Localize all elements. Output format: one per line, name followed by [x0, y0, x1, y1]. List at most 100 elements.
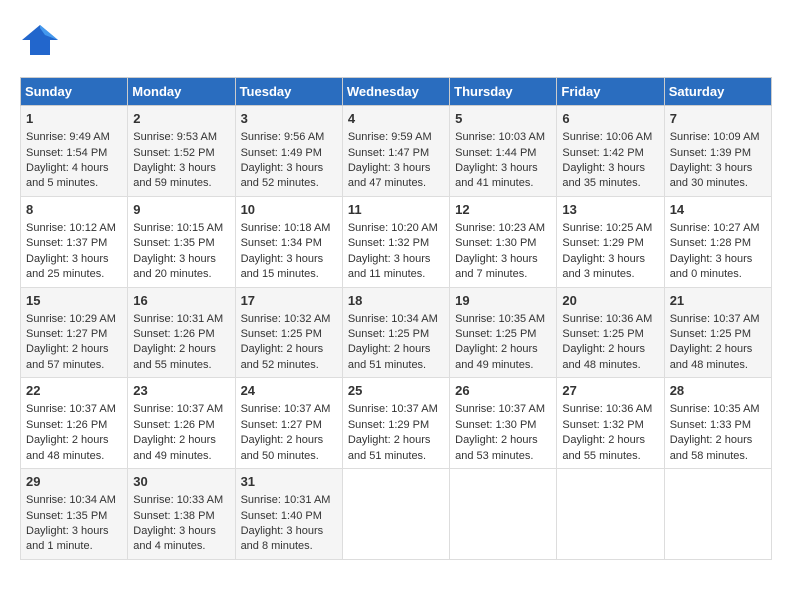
- day-number: 8: [26, 201, 122, 219]
- day-info-line: Sunset: 1:26 PM: [133, 418, 229, 433]
- day-info-line: and 52 minutes.: [241, 358, 337, 373]
- calendar-cell: [450, 469, 557, 560]
- calendar-cell: 31Sunrise: 10:31 AMSunset: 1:40 PMDaylig…: [235, 469, 342, 560]
- day-number: 19: [455, 292, 551, 310]
- day-info-line: Daylight: 3 hours: [133, 161, 229, 176]
- calendar-week-5: 29Sunrise: 10:34 AMSunset: 1:35 PMDaylig…: [21, 469, 772, 560]
- day-info-line: Sunset: 1:37 PM: [26, 236, 122, 251]
- day-number: 2: [133, 110, 229, 128]
- day-info-line: Daylight: 3 hours: [670, 161, 766, 176]
- page-header: [20, 20, 772, 67]
- calendar-body: 1Sunrise: 9:49 AMSunset: 1:54 PMDaylight…: [21, 106, 772, 560]
- day-info-line: Daylight: 2 hours: [241, 342, 337, 357]
- day-info-line: Sunrise: 10:37 AM: [26, 402, 122, 417]
- day-number: 17: [241, 292, 337, 310]
- calendar-cell: 11Sunrise: 10:20 AMSunset: 1:32 PMDaylig…: [342, 196, 449, 287]
- day-info-line: and 51 minutes.: [348, 358, 444, 373]
- calendar-week-2: 8Sunrise: 10:12 AMSunset: 1:37 PMDayligh…: [21, 196, 772, 287]
- day-info-line: Sunrise: 9:56 AM: [241, 130, 337, 145]
- day-info-line: Daylight: 3 hours: [348, 161, 444, 176]
- day-info-line: and 59 minutes.: [133, 176, 229, 191]
- day-info-line: Daylight: 2 hours: [133, 433, 229, 448]
- day-info-line: and 48 minutes.: [670, 358, 766, 373]
- day-info-line: and 4 minutes.: [133, 539, 229, 554]
- day-info-line: Sunset: 1:25 PM: [670, 327, 766, 342]
- day-info-line: Sunrise: 10:34 AM: [26, 493, 122, 508]
- day-info-line: Sunset: 1:29 PM: [562, 236, 658, 251]
- day-info-line: Daylight: 2 hours: [670, 342, 766, 357]
- day-info-line: Sunset: 1:26 PM: [133, 327, 229, 342]
- calendar-cell: 23Sunrise: 10:37 AMSunset: 1:26 PMDaylig…: [128, 378, 235, 469]
- day-number: 31: [241, 473, 337, 491]
- day-number: 7: [670, 110, 766, 128]
- day-number: 1: [26, 110, 122, 128]
- day-info-line: Sunset: 1:47 PM: [348, 146, 444, 161]
- day-info-line: Sunset: 1:28 PM: [670, 236, 766, 251]
- day-info-line: Sunrise: 10:25 AM: [562, 221, 658, 236]
- day-info-line: Daylight: 2 hours: [26, 342, 122, 357]
- day-info-line: Sunset: 1:27 PM: [26, 327, 122, 342]
- calendar-cell: 8Sunrise: 10:12 AMSunset: 1:37 PMDayligh…: [21, 196, 128, 287]
- day-info-line: and 50 minutes.: [241, 449, 337, 464]
- day-number: 11: [348, 201, 444, 219]
- day-info-line: Sunset: 1:25 PM: [348, 327, 444, 342]
- day-info-line: and 48 minutes.: [562, 358, 658, 373]
- header-monday: Monday: [128, 78, 235, 106]
- header-thursday: Thursday: [450, 78, 557, 106]
- day-number: 24: [241, 382, 337, 400]
- day-info-line: and 58 minutes.: [670, 449, 766, 464]
- day-info-line: and 57 minutes.: [26, 358, 122, 373]
- day-info-line: Daylight: 3 hours: [26, 524, 122, 539]
- day-info-line: and 49 minutes.: [133, 449, 229, 464]
- day-info-line: and 25 minutes.: [26, 267, 122, 282]
- day-info-line: and 7 minutes.: [455, 267, 551, 282]
- day-number: 18: [348, 292, 444, 310]
- day-info-line: Daylight: 4 hours: [26, 161, 122, 176]
- day-info-line: Sunrise: 10:37 AM: [241, 402, 337, 417]
- calendar-week-1: 1Sunrise: 9:49 AMSunset: 1:54 PMDaylight…: [21, 106, 772, 197]
- day-info-line: and 55 minutes.: [562, 449, 658, 464]
- day-info-line: Daylight: 2 hours: [26, 433, 122, 448]
- day-info-line: and 41 minutes.: [455, 176, 551, 191]
- day-info-line: Daylight: 3 hours: [241, 161, 337, 176]
- calendar-cell: [557, 469, 664, 560]
- day-number: 21: [670, 292, 766, 310]
- day-info-line: Daylight: 2 hours: [562, 433, 658, 448]
- day-info-line: and 20 minutes.: [133, 267, 229, 282]
- day-number: 13: [562, 201, 658, 219]
- day-info-line: Sunrise: 9:49 AM: [26, 130, 122, 145]
- day-info-line: Sunset: 1:33 PM: [670, 418, 766, 433]
- calendar-cell: 27Sunrise: 10:36 AMSunset: 1:32 PMDaylig…: [557, 378, 664, 469]
- calendar-cell: 15Sunrise: 10:29 AMSunset: 1:27 PMDaylig…: [21, 287, 128, 378]
- day-info-line: Sunrise: 10:09 AM: [670, 130, 766, 145]
- calendar-cell: 7Sunrise: 10:09 AMSunset: 1:39 PMDayligh…: [664, 106, 771, 197]
- day-info-line: Sunrise: 10:31 AM: [241, 493, 337, 508]
- day-info-line: Sunset: 1:40 PM: [241, 509, 337, 524]
- day-number: 10: [241, 201, 337, 219]
- calendar-cell: 16Sunrise: 10:31 AMSunset: 1:26 PMDaylig…: [128, 287, 235, 378]
- calendar-cell: [342, 469, 449, 560]
- calendar-cell: 1Sunrise: 9:49 AMSunset: 1:54 PMDaylight…: [21, 106, 128, 197]
- day-info-line: Daylight: 2 hours: [133, 342, 229, 357]
- day-info-line: Sunrise: 10:35 AM: [455, 312, 551, 327]
- day-info-line: Sunset: 1:32 PM: [562, 418, 658, 433]
- day-number: 3: [241, 110, 337, 128]
- day-number: 14: [670, 201, 766, 219]
- day-info-line: Daylight: 2 hours: [455, 433, 551, 448]
- day-info-line: Daylight: 2 hours: [670, 433, 766, 448]
- day-info-line: Sunset: 1:29 PM: [348, 418, 444, 433]
- day-info-line: Sunrise: 9:53 AM: [133, 130, 229, 145]
- day-info-line: Sunrise: 10:27 AM: [670, 221, 766, 236]
- logo: [20, 20, 64, 67]
- calendar-cell: 19Sunrise: 10:35 AMSunset: 1:25 PMDaylig…: [450, 287, 557, 378]
- day-info-line: Sunrise: 10:37 AM: [455, 402, 551, 417]
- header-friday: Friday: [557, 78, 664, 106]
- day-info-line: Sunset: 1:30 PM: [455, 418, 551, 433]
- day-info-line: and 35 minutes.: [562, 176, 658, 191]
- day-info-line: and 15 minutes.: [241, 267, 337, 282]
- day-number: 22: [26, 382, 122, 400]
- day-info-line: Daylight: 3 hours: [562, 252, 658, 267]
- day-info-line: and 11 minutes.: [348, 267, 444, 282]
- day-info-line: and 0 minutes.: [670, 267, 766, 282]
- day-info-line: and 55 minutes.: [133, 358, 229, 373]
